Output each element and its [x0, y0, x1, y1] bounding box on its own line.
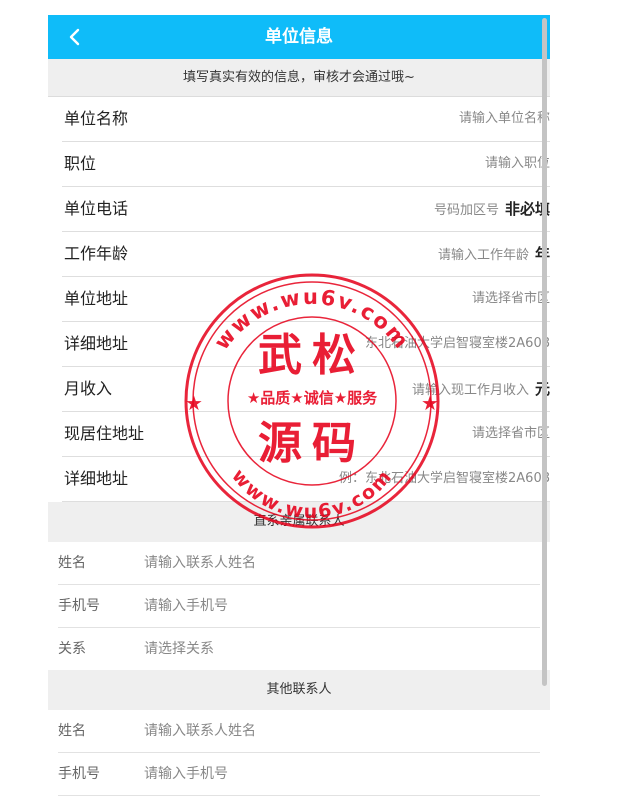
vertical-scrollbar[interactable]	[542, 18, 547, 686]
other-contact-phone-row[interactable]: 手机号 请输入手机号	[48, 753, 550, 796]
company-info-form: 单位名称 请输入单位名称 职位 请输入职位 单位电话 号码加区号 非必填 工作年龄…	[48, 97, 550, 502]
relation-select[interactable]: 请选择关系	[144, 628, 214, 670]
current-address-select[interactable]: 请选择省市区	[472, 412, 550, 456]
other-contact-phone-input[interactable]: 请输入手机号	[144, 753, 228, 795]
form-row-company-address[interactable]: 单位地址 请选择省市区	[62, 277, 550, 322]
work-years-input[interactable]: 请输入工作年龄年	[438, 232, 550, 278]
company-name-input[interactable]: 请输入单位名称	[459, 97, 550, 141]
field-label: 职位	[64, 154, 97, 173]
current-detail-address-input[interactable]: 例：东北石油大学启智寝室楼2A608	[339, 457, 550, 501]
field-label: 详细地址	[64, 334, 129, 353]
field-label: 单位名称	[64, 109, 129, 128]
page-title: 单位信息	[265, 27, 333, 47]
placeholder-text: 请输入工作年龄	[437, 248, 529, 263]
form-row-detail-address[interactable]: 详细地址 东北石油大学启智寝室楼2A608	[62, 322, 550, 367]
other-contact-name-row[interactable]: 姓名 请输入联系人姓名	[48, 710, 550, 753]
field-label: 手机号	[58, 766, 100, 782]
direct-contact-header: 直系亲属联系人	[48, 502, 550, 542]
form-row-current-detail-address[interactable]: 详细地址 例：东北石油大学启智寝室楼2A608	[62, 457, 550, 502]
direct-contact-phone-input[interactable]: 请输入手机号	[144, 585, 228, 627]
other-contact-name-input[interactable]: 请输入联系人姓名	[144, 710, 256, 752]
company-address-select[interactable]: 请选择省市区	[472, 277, 550, 321]
field-label: 详细地址	[64, 469, 129, 488]
field-label: 姓名	[58, 555, 86, 571]
direct-contact-name-input[interactable]: 请输入联系人姓名	[144, 542, 256, 584]
field-label: 工作年龄	[64, 244, 129, 263]
field-label: 月收入	[64, 379, 113, 398]
form-row-position[interactable]: 职位 请输入职位	[62, 142, 550, 187]
direct-contact-phone-row[interactable]: 手机号 请输入手机号	[48, 585, 550, 628]
form-row-company-name[interactable]: 单位名称 请输入单位名称	[62, 97, 550, 142]
field-label: 手机号	[58, 598, 100, 614]
field-label: 单位电话	[64, 199, 129, 218]
field-label: 现居住地址	[64, 424, 145, 443]
placeholder-text: 号码加区号	[433, 203, 499, 218]
app-header: 单位信息	[48, 15, 550, 59]
direct-contact-name-row[interactable]: 姓名 请输入联系人姓名	[48, 542, 550, 585]
notice-banner: 填写真实有效的信息，审核才会通过哦~	[48, 59, 550, 97]
direct-contact-relation-row[interactable]: 关系 请选择关系	[48, 628, 550, 671]
detail-address-input[interactable]: 东北石油大学启智寝室楼2A608	[365, 322, 550, 366]
phone-screen: 单位信息 填写真实有效的信息，审核才会通过哦~ 单位名称 请输入单位名称 职位 …	[48, 15, 550, 796]
position-input[interactable]: 请输入职位	[485, 142, 550, 186]
form-row-current-address[interactable]: 现居住地址 请选择省市区	[62, 412, 550, 457]
field-label: 姓名	[58, 723, 86, 739]
form-row-company-phone[interactable]: 单位电话 号码加区号 非必填	[62, 187, 550, 232]
monthly-income-input[interactable]: 请输入现工作月收入元	[412, 367, 550, 413]
field-label: 关系	[58, 641, 86, 657]
field-label: 单位地址	[64, 289, 129, 308]
company-phone-input[interactable]: 号码加区号 非必填	[434, 187, 550, 233]
form-row-work-years[interactable]: 工作年龄 请输入工作年龄年	[62, 232, 550, 277]
form-row-monthly-income[interactable]: 月收入 请输入现工作月收入元	[62, 367, 550, 412]
other-contact-header: 其他联系人	[48, 670, 550, 710]
placeholder-text: 请输入现工作月收入	[411, 383, 529, 398]
